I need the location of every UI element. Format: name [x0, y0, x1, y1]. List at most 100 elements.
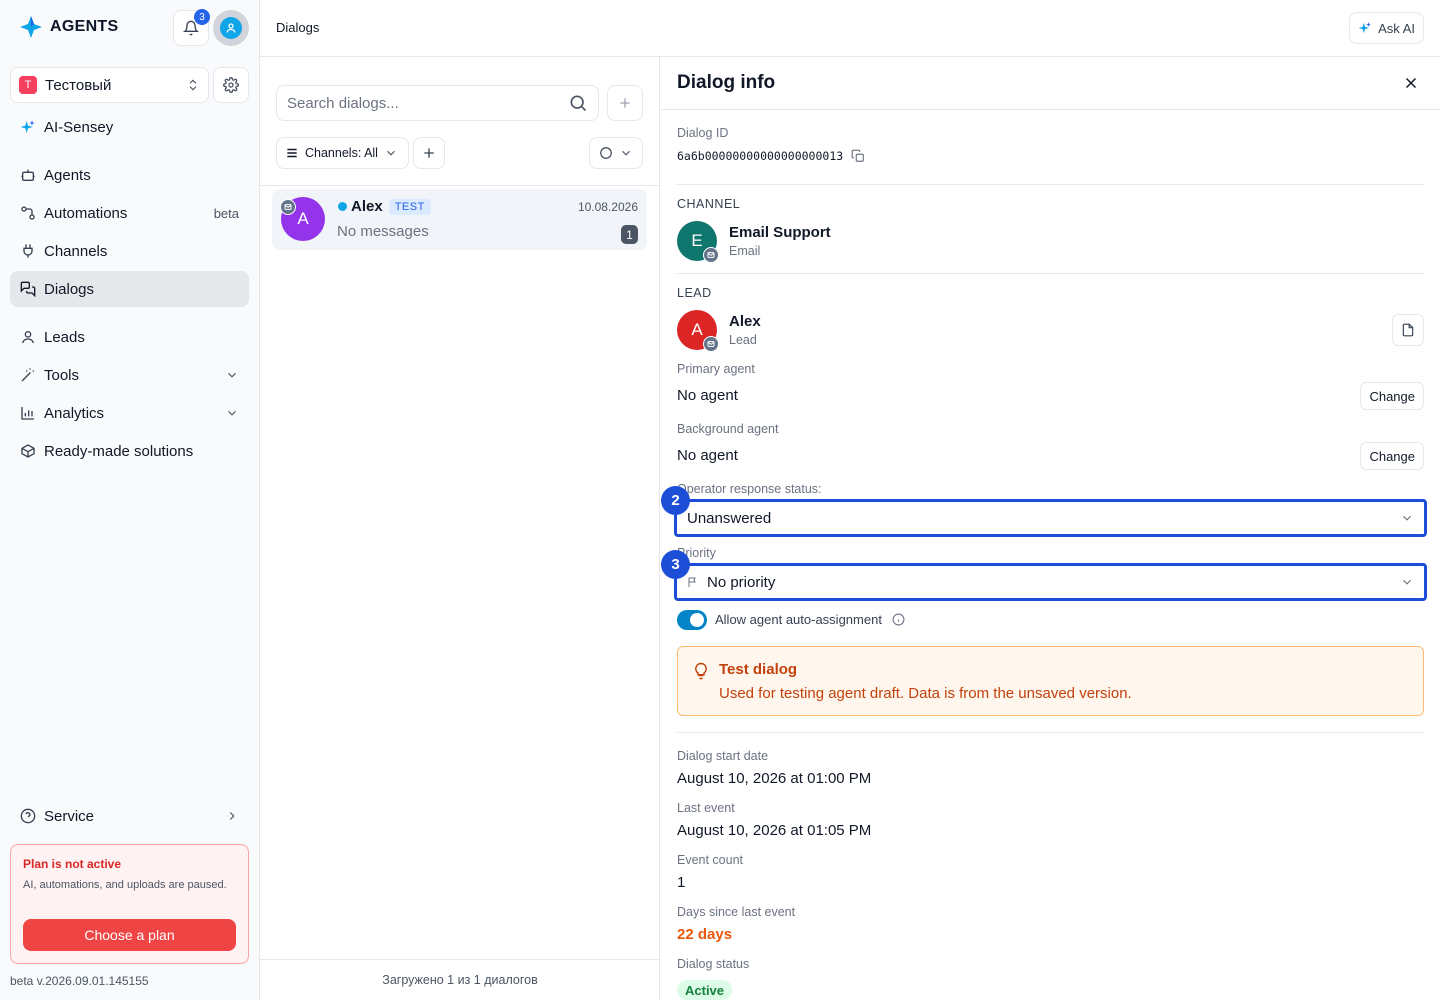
sidebar-item-label: Agents — [44, 166, 91, 184]
channel-type: Email — [729, 244, 761, 258]
priority-select[interactable]: No priority — [674, 563, 1427, 601]
sidebar-item-label: Leads — [44, 328, 85, 346]
help-circle-icon — [20, 808, 36, 824]
panel-title: Dialog info — [677, 72, 776, 93]
ask-ai-button[interactable]: Ask AI — [1349, 12, 1424, 44]
response-status-select[interactable]: Unanswered — [674, 499, 1427, 537]
last-event-label: Last event — [677, 801, 735, 815]
message-icon — [600, 147, 612, 159]
workflow-icon — [21, 206, 35, 220]
add-filter-button[interactable] — [413, 137, 445, 169]
channel-filter-button[interactable]: Channels: All — [276, 137, 409, 169]
sidebar-item-automations[interactable]: Automations beta — [10, 195, 249, 231]
sidebar-item-ai-sensey[interactable]: AI-Sensey — [10, 109, 249, 145]
auto-assign-row: Allow agent auto-assignment — [715, 612, 905, 627]
app-version: beta v.2026.09.01.145155 — [10, 974, 149, 988]
change-primary-agent-button[interactable]: Change — [1360, 382, 1424, 410]
box-icon — [21, 444, 35, 458]
dialog-name-text: Alex — [351, 198, 383, 215]
search-icon[interactable] — [568, 93, 588, 113]
menu-icon — [287, 148, 297, 158]
sidebar-item-ready-made-solutions[interactable]: Ready-made solutions — [10, 433, 249, 469]
sidebar-item-channels[interactable]: Channels — [10, 233, 249, 269]
sidebar-item-analytics[interactable]: Analytics — [10, 395, 249, 431]
user-icon — [226, 23, 236, 33]
online-status-dot — [338, 202, 347, 211]
notification-badge: 3 — [194, 9, 210, 25]
flag-icon — [688, 577, 696, 587]
mail-icon — [703, 247, 719, 263]
start-date-value: August 10, 2026 at 01:00 PM — [677, 770, 872, 787]
channel-filter-label: Channels: All — [305, 146, 378, 160]
dialog-name: Alex TEST — [338, 198, 431, 215]
workspace-letter: T — [19, 76, 37, 94]
gear-icon — [223, 77, 239, 93]
workspace-name: Тестовый — [45, 76, 112, 94]
sidebar-item-leads[interactable]: Leads — [10, 319, 249, 355]
brand-logo[interactable]: AGENTS — [18, 14, 118, 40]
response-status-value: Unanswered — [687, 509, 772, 527]
dialog-id-value: 6a6b00000000000000000013 — [677, 149, 844, 163]
dialog-id-label: Dialog ID — [677, 126, 729, 140]
background-agent-label: Background agent — [677, 422, 779, 436]
lightbulb-icon — [695, 662, 707, 680]
sidebar-item-tools[interactable]: Tools — [10, 357, 249, 393]
auto-assign-toggle[interactable] — [677, 610, 707, 630]
info-icon[interactable] — [892, 613, 905, 626]
sidebar-item-agents[interactable]: Agents — [10, 157, 249, 193]
robot-icon — [21, 169, 35, 181]
notice-title: Test dialog — [719, 661, 798, 678]
search-input[interactable] — [287, 94, 568, 112]
dialog-type-filter[interactable] — [589, 137, 643, 169]
ask-ai-label: Ask AI — [1378, 20, 1415, 36]
divider — [677, 273, 1424, 274]
sidebar-item-label: Service — [44, 807, 95, 825]
chat-icon — [20, 281, 36, 297]
dialog-info-panel: Dialog info Dialog ID 6a6b00000000000000… — [661, 57, 1440, 1000]
choose-plan-button[interactable]: Choose a plan — [23, 919, 236, 951]
plug-icon — [23, 244, 33, 258]
primary-agent-value: No agent — [677, 387, 738, 404]
workspace-select[interactable]: T Тестовый — [10, 67, 209, 103]
open-lead-button[interactable] — [1392, 314, 1424, 346]
sidebar-item-dialogs[interactable]: Dialogs — [10, 271, 249, 307]
background-agent-value: No agent — [677, 447, 738, 464]
test-dialog-notice: Test dialog Used for testing agent draft… — [677, 646, 1424, 716]
days-since-label: Days since last event — [677, 905, 796, 919]
user-avatar-button[interactable] — [213, 10, 249, 46]
mail-icon — [703, 336, 719, 352]
plus-icon — [620, 98, 630, 108]
workspace-settings-button[interactable] — [213, 67, 249, 103]
start-date-label: Dialog start date — [677, 749, 769, 763]
unread-count-badge: 1 — [621, 225, 638, 244]
divider — [677, 732, 1424, 733]
copy-icon[interactable] — [851, 149, 865, 163]
sidebar-item-label: AI-Sensey — [44, 118, 114, 136]
auto-assign-label: Allow agent auto-assignment — [715, 612, 882, 627]
status-badge: Active — [677, 980, 733, 1000]
chevron-down-icon — [228, 372, 236, 378]
plan-warning: Plan is not active AI, automations, and … — [10, 844, 249, 964]
channel-name: Email Support — [729, 224, 831, 241]
bar-chart-icon — [21, 407, 34, 420]
mail-icon — [280, 199, 296, 215]
sparkle-icon — [1358, 22, 1371, 34]
sidebar-item-label: Analytics — [44, 404, 105, 422]
event-count-value: 1 — [677, 874, 686, 891]
last-event-value: August 10, 2026 at 01:05 PM — [677, 822, 872, 839]
list-item[interactable]: A Alex TEST 10.08.2026 No messages 1 — [272, 189, 647, 250]
avatar — [220, 17, 242, 39]
sidebar-item-service[interactable]: Service — [10, 798, 249, 834]
wand-icon — [21, 368, 34, 382]
sidebar-item-label: Automations — [44, 204, 128, 222]
sidebar: AGENTS 3 T Тестовый AI-Sensey Agents Aut… — [0, 0, 260, 1000]
change-background-agent-button[interactable]: Change — [1360, 442, 1424, 470]
days-since-value: 22 days — [677, 926, 733, 943]
agents-logo-icon — [20, 16, 42, 38]
close-button[interactable] — [1402, 74, 1420, 92]
plan-title: Plan is not active — [23, 857, 122, 871]
new-dialog-button[interactable] — [607, 85, 643, 121]
response-status-label: Operator response status: — [677, 482, 822, 496]
lead-section-title: LEAD — [677, 286, 712, 300]
channel-section-title: CHANNEL — [677, 197, 741, 211]
